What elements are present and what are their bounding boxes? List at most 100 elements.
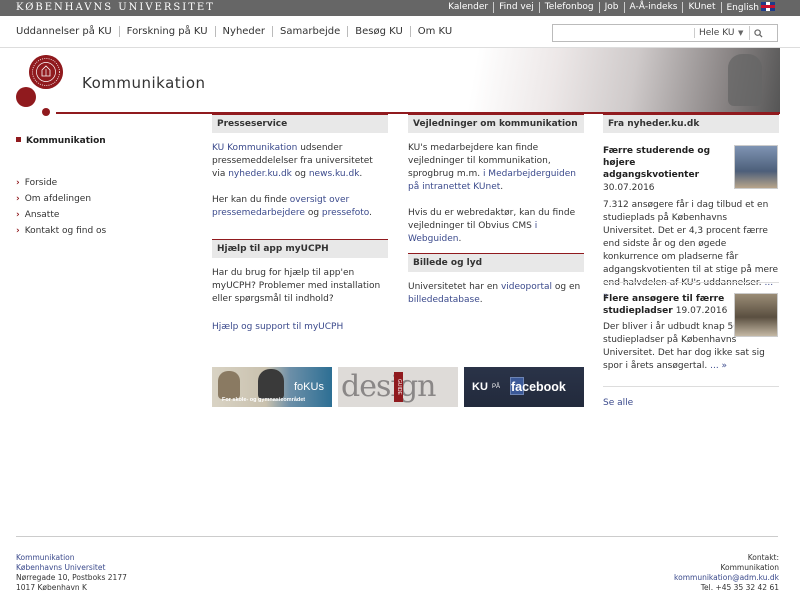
ku-kommunikation-link[interactable]: KU Kommunikation bbox=[212, 143, 297, 153]
news-headline[interactable]: Flere ansøgere til færre studiepladser 1… bbox=[603, 293, 731, 317]
presseservice-text-2: Her kan du finde oversigt over pressemed… bbox=[212, 194, 388, 220]
vejledninger-box: Vejledninger om kommunikation KU's medar… bbox=[408, 114, 584, 246]
design-guide-word: design bbox=[341, 369, 436, 404]
fokus-banner-subtitle: For skole- og gymnasieområdet bbox=[222, 397, 306, 403]
myucph-box: Hjælp til app myUCPH Har du brug for hjæ… bbox=[212, 239, 388, 334]
myucph-help-link[interactable]: Hjælp og support til myUCPH bbox=[212, 322, 343, 332]
news-box-title: Fra nyheder.ku.dk bbox=[603, 114, 779, 133]
facebook-banner-ku: KU bbox=[472, 381, 488, 393]
nav-samarbejde[interactable]: Samarbejde bbox=[272, 26, 347, 37]
billededatabase-link[interactable]: billededatabase bbox=[408, 295, 480, 305]
search-input[interactable] bbox=[556, 26, 694, 40]
nav-besog[interactable]: Besøg KU bbox=[347, 26, 409, 37]
text: Hvis du er webredaktør, kan du finde vej… bbox=[408, 208, 576, 231]
text: . bbox=[500, 182, 504, 192]
chevron-down-icon[interactable]: ▼ bbox=[738, 29, 743, 37]
fokus-banner[interactable]: foKUs For skole- og gymnasieområdet bbox=[212, 367, 332, 407]
news-thumbnail-image[interactable] bbox=[734, 145, 778, 189]
footer-contact-unit: Kommunikation bbox=[720, 563, 779, 572]
vejledninger-title: Vejledninger om kommunikation bbox=[408, 114, 584, 133]
left-nav: › Forside › Om afdelingen › Ansatte › Kontak… bbox=[16, 175, 106, 239]
top-link-find-vej[interactable]: Find vej bbox=[493, 2, 539, 13]
left-nav-item-forside[interactable]: › Forside bbox=[16, 175, 106, 191]
footer-contact-label: Kontakt: bbox=[747, 553, 779, 562]
text: 7.312 ansøgere får i dag tilbud et en st… bbox=[603, 200, 779, 288]
news-ku-dk-link[interactable]: news.ku.dk bbox=[309, 169, 360, 179]
text: Her kan du finde bbox=[212, 195, 290, 205]
top-link-english-label: English bbox=[726, 3, 760, 13]
text: . bbox=[369, 208, 373, 218]
search-button[interactable] bbox=[749, 26, 767, 40]
left-nav-item-label: Ansatte bbox=[24, 210, 60, 220]
presseservice-text: KU Kommunikation udsender pressemeddelel… bbox=[212, 142, 388, 181]
news-text: 7.312 ansøgere får i dag tilbud et en st… bbox=[603, 199, 779, 303]
university-wordmark[interactable]: KØBENHAVNS UNIVERSITET bbox=[16, 2, 215, 13]
footer-address: Kommunikation Københavns Universitet Nør… bbox=[16, 553, 127, 593]
fokus-banner-title: foKUs bbox=[294, 381, 324, 393]
text: . bbox=[479, 295, 483, 305]
nav-nyheder[interactable]: Nyheder bbox=[214, 26, 273, 37]
top-link-english[interactable]: English bbox=[720, 2, 781, 13]
myucph-link-row: Hjælp og support til myUCPH bbox=[212, 321, 388, 334]
left-nav-active-section[interactable]: Kommunikation bbox=[16, 136, 106, 146]
nav-om-ku[interactable]: Om KU bbox=[409, 26, 459, 37]
decor-dot bbox=[42, 108, 50, 116]
decor-dot bbox=[16, 87, 36, 107]
billede-og-lyd-text: Universitetet har en videoportal og en b… bbox=[408, 281, 584, 307]
nav-forskning[interactable]: Forskning på KU bbox=[118, 26, 215, 37]
myucph-text: Har du brug for hjælp til app'en myUCPH?… bbox=[212, 268, 381, 304]
left-nav-item-kontakt[interactable]: › Kontakt og find os bbox=[16, 223, 106, 239]
presseservice-title: Presseservice bbox=[212, 114, 388, 133]
top-bar: KØBENHAVNS UNIVERSITET Kalender Find vej… bbox=[0, 0, 800, 16]
search-icon bbox=[754, 28, 763, 38]
facebook-banner-word: facebook bbox=[511, 380, 566, 394]
photo-people-image bbox=[218, 371, 240, 399]
news-date: 19.07.2016 bbox=[675, 306, 728, 316]
design-guide-banner[interactable]: design GUIDE bbox=[338, 367, 458, 407]
news-headline[interactable]: Færre studerende og højere adgangskvotie… bbox=[603, 145, 729, 181]
footer-email-link[interactable]: kommunikation@adm.ku.dk bbox=[674, 573, 779, 583]
footer-link-kommunikation[interactable]: Kommunikation bbox=[16, 553, 127, 563]
top-link-kunet[interactable]: KUnet bbox=[682, 2, 720, 13]
search-scope-select[interactable]: Hele KU bbox=[694, 28, 738, 38]
chevron-right-icon: › bbox=[16, 194, 20, 204]
videoportal-link[interactable]: videoportal bbox=[501, 282, 552, 292]
facebook-banner-pa: PÅ bbox=[492, 384, 501, 390]
myucph-title: Hjælp til app myUCPH bbox=[212, 239, 388, 258]
top-link-job[interactable]: Job bbox=[598, 2, 624, 13]
news-divider bbox=[603, 282, 779, 283]
news-box: Fra nyheder.ku.dk bbox=[603, 114, 779, 133]
footer-link-ku[interactable]: Københavns Universitet bbox=[16, 563, 127, 573]
nyheder-ku-dk-link[interactable]: nyheder.ku.dk bbox=[228, 169, 292, 179]
nav-uddannelser[interactable]: Uddannelser på KU bbox=[16, 26, 119, 37]
facebook-banner[interactable]: KU PÅ facebook bbox=[464, 367, 584, 407]
billede-og-lyd-box: Billede og lyd Universitetet har en vide… bbox=[408, 253, 584, 307]
news-more-link[interactable]: ... » bbox=[710, 361, 727, 371]
top-link-a-a-indeks[interactable]: A-Å-indeks bbox=[623, 2, 683, 13]
top-link-telefonbog[interactable]: Telefonbog bbox=[538, 2, 599, 13]
top-link-kalender[interactable]: Kalender bbox=[443, 2, 493, 13]
news-thumbnail-image[interactable] bbox=[734, 293, 778, 337]
left-nav-item-label: Kontakt og find os bbox=[24, 226, 107, 236]
text: og en bbox=[552, 282, 581, 292]
pressefoto-link[interactable]: pressefoto bbox=[322, 208, 369, 218]
vejledninger-text-2: Hvis du er webredaktør, kan du finde vej… bbox=[408, 207, 584, 246]
design-guide-label: GUIDE bbox=[394, 372, 403, 402]
university-seal-logo[interactable] bbox=[29, 55, 63, 89]
left-nav-item-label: Forside bbox=[24, 178, 58, 188]
footer-street: Nørregade 10, Postboks 2177 bbox=[16, 573, 127, 582]
main-nav: Uddannelser på KU Forskning på KU Nyhede… bbox=[16, 26, 459, 37]
presseservice-box: Presseservice KU Kommunikation udsender … bbox=[212, 114, 388, 220]
news-see-all-link[interactable]: Se alle bbox=[603, 397, 633, 410]
footer-divider bbox=[16, 536, 778, 537]
chevron-right-icon: › bbox=[16, 210, 20, 220]
header-statue-image bbox=[390, 48, 780, 112]
text: Universitetet har en bbox=[408, 282, 501, 292]
text: og bbox=[304, 208, 322, 218]
vejledninger-text: KU's medarbejdere kan finde vejledninger… bbox=[408, 142, 584, 194]
left-nav-item-om-afdelingen[interactable]: › Om afdelingen bbox=[16, 191, 106, 207]
footer-phone: Tel. +45 35 32 42 61 bbox=[700, 583, 779, 592]
left-nav-item-ansatte[interactable]: › Ansatte bbox=[16, 207, 106, 223]
text: . bbox=[359, 169, 363, 179]
square-bullet-icon bbox=[16, 137, 21, 142]
